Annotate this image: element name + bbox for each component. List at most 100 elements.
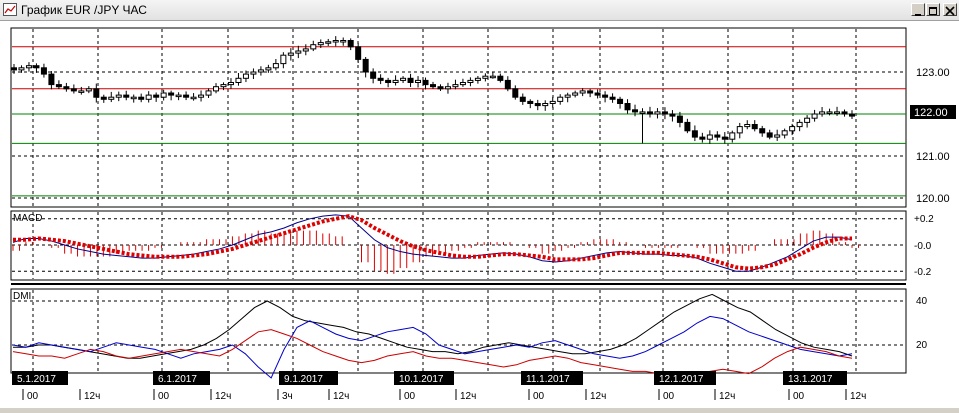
- chart-icon: [3, 3, 17, 16]
- candle-body: [302, 48, 309, 52]
- candle-body: [108, 96, 115, 100]
- candle-body: [579, 90, 586, 94]
- candle-body: [287, 52, 294, 56]
- candle-body: [572, 92, 579, 96]
- candle-body: [33, 65, 40, 69]
- candle-body: [430, 84, 436, 88]
- chart-window: График EUR /JPY ЧАС 123.00 121.00 120.00: [0, 0, 959, 408]
- date-label: 12.1.2017: [659, 374, 704, 385]
- hour-label: 12ч: [850, 391, 866, 402]
- candle-body: [676, 115, 683, 123]
- hour-label: 00: [793, 391, 805, 402]
- price-tick-label: 123.00: [916, 67, 950, 79]
- candle-body: [415, 79, 422, 84]
- candle-body: [220, 84, 227, 88]
- maximize-button[interactable]: [926, 3, 940, 16]
- candle-body: [699, 136, 706, 140]
- candle-body: [213, 86, 220, 92]
- candle-body: [474, 77, 481, 81]
- candle-body: [811, 113, 818, 119]
- candle-body: [714, 134, 721, 138]
- title-bar[interactable]: График EUR /JPY ЧАС: [0, 0, 959, 21]
- candle-body: [632, 109, 639, 113]
- candle-body: [504, 79, 511, 90]
- candle-body: [804, 117, 811, 123]
- hour-label: 00: [533, 391, 545, 402]
- candle-body: [781, 130, 788, 136]
- chart-area[interactable]: 123.00 121.00 120.00 122.00 MACD +0.2 -0…: [0, 21, 959, 408]
- hour-label: 12ч: [84, 391, 100, 402]
- candle-body: [789, 126, 796, 132]
- hour-label: 12ч: [590, 391, 606, 402]
- candle-body: [452, 84, 459, 88]
- candle-body: [542, 103, 549, 107]
- window-title: График EUR /JPY ЧАС: [21, 3, 147, 17]
- candle-body: [534, 103, 541, 107]
- candle-body: [295, 50, 302, 54]
- candle-body: [257, 69, 264, 73]
- candle-body: [168, 92, 175, 96]
- candle-body: [130, 96, 137, 100]
- candle-body: [227, 82, 234, 86]
- candle-body: [557, 96, 564, 102]
- candle-body: [377, 77, 384, 81]
- candle-body: [751, 124, 758, 130]
- date-label: 13.1.2017: [788, 374, 833, 385]
- candle-body: [138, 96, 145, 100]
- candle-body: [332, 40, 339, 43]
- candle-body: [774, 134, 781, 138]
- candle-body: [115, 94, 122, 98]
- hour-label: 00: [663, 391, 675, 402]
- macd-tick-label: -0.0: [914, 241, 932, 252]
- macd-tick-label: +0.2: [914, 214, 934, 225]
- candle-body: [602, 94, 609, 98]
- hour-label: 12ч: [333, 391, 349, 402]
- hour-label: 00: [158, 391, 170, 402]
- dmi-plus-di-line: [12, 315, 853, 379]
- candle-body: [422, 79, 429, 86]
- candle-body: [691, 130, 698, 138]
- candle-body: [235, 77, 242, 83]
- candle-body: [280, 54, 287, 65]
- candle-body: [40, 67, 47, 75]
- dmi-tick-label: 20: [916, 340, 928, 351]
- candle-body: [444, 86, 451, 90]
- price-grid: [12, 29, 906, 206]
- maximize-icon: [929, 7, 937, 15]
- close-icon: [945, 6, 955, 16]
- chart-canvas[interactable]: 123.00 121.00 120.00 122.00 MACD +0.2 -0…: [0, 21, 959, 408]
- candle-body: [205, 90, 212, 96]
- hour-label: 00: [404, 391, 416, 402]
- close-button[interactable]: [943, 3, 957, 16]
- candle-body: [183, 94, 190, 98]
- candle-body: [407, 77, 414, 83]
- minimize-button[interactable]: [911, 3, 925, 16]
- candle-body: [661, 111, 668, 115]
- hour-label: 12ч: [719, 391, 735, 402]
- date-label: 10.1.2017: [399, 374, 444, 385]
- candle-body: [63, 86, 70, 90]
- candle-body: [70, 88, 77, 92]
- candle-body: [175, 94, 182, 98]
- candle-body: [459, 82, 466, 86]
- price-axis: 123.00 121.00 120.00 122.00: [910, 67, 956, 205]
- candle-body: [849, 113, 855, 117]
- candle-body: [587, 90, 594, 94]
- candle-body: [594, 92, 601, 96]
- candle-body: [841, 111, 848, 115]
- candle-body: [317, 42, 324, 46]
- candle-body: [512, 88, 519, 98]
- candle-body: [153, 94, 160, 98]
- candle-body: [654, 111, 661, 115]
- candle-body: [11, 67, 17, 71]
- macd-panel: MACD +0.2 -0.0 -0.2: [10, 210, 934, 281]
- candle-body: [347, 40, 354, 48]
- candle-body: [639, 111, 646, 114]
- candle-body: [482, 75, 489, 79]
- candle-body: [400, 77, 407, 81]
- candle-body: [564, 94, 571, 98]
- candle-body: [265, 67, 272, 71]
- candle-body: [527, 100, 534, 105]
- dmi-lines: [12, 293, 853, 379]
- candle-body: [355, 46, 362, 60]
